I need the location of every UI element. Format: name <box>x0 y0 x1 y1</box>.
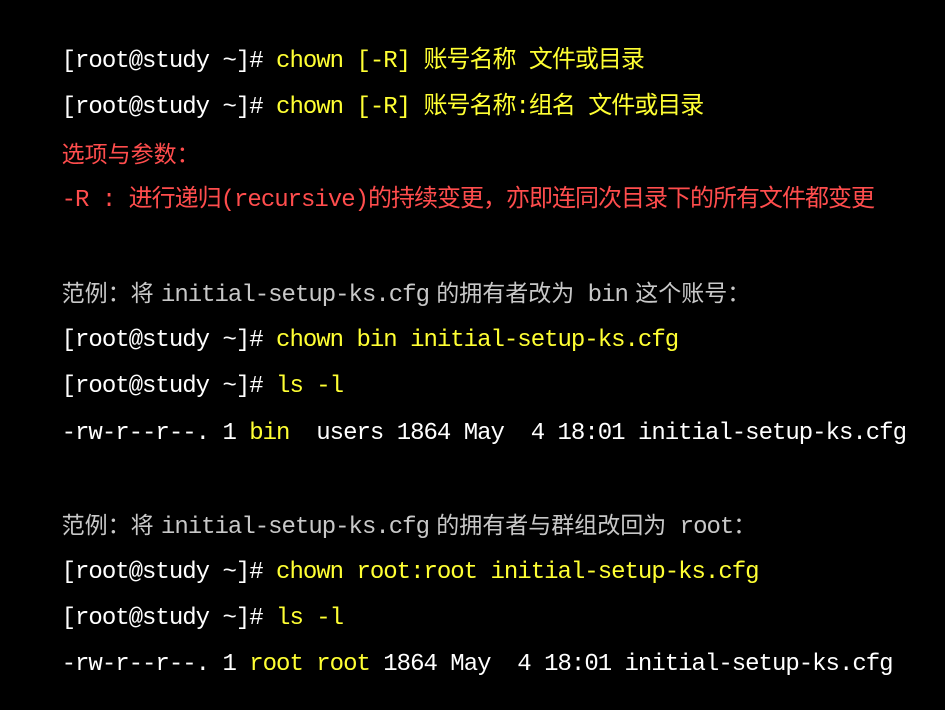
terminal-window[interactable]: [root@study ~]# chown [-R] 账号名称 文件或目录 [r… <box>0 0 945 678</box>
ls-group: root <box>316 651 371 678</box>
terminal-line-14: -rw-r--r--. 1 root root 1864 May 4 18:01… <box>8 620 894 678</box>
terminal-line-4: -R : 进行递归(recursive)的持续变更，亦即连同次目录下的所有文件都… <box>8 156 875 214</box>
terminal-line-12: [root@study ~]# chown root:root initial-… <box>8 528 760 586</box>
ls-gap <box>289 420 316 447</box>
ls-owner: root <box>249 651 304 678</box>
ls-owner: bin <box>249 420 290 447</box>
option-description: -R : 进行递归(recursive)的持续变更，亦即连同次目录下的所有文件都… <box>61 187 875 214</box>
ls-gap <box>303 651 316 678</box>
terminal-line-9: -rw-r--r--. 1 bin users 1864 May 4 18:01… <box>8 389 907 447</box>
terminal-line-13: [root@study ~]# ls -l <box>8 574 344 632</box>
terminal-line-11: 范例：将 initial-setup-ks.cfg 的拥有者与群组改回为 roo… <box>8 481 757 541</box>
terminal-line-1: [root@study ~]# chown [-R] 账号名称 文件或目录 <box>8 17 645 75</box>
terminal-line-8: [root@study ~]# ls -l <box>8 342 344 400</box>
ls-permissions: -rw-r--r--. 1 <box>61 651 250 678</box>
ls-group: users <box>316 420 384 447</box>
terminal-line-7: [root@study ~]# chown bin initial-setup-… <box>8 296 680 354</box>
ls-details: 1864 May 4 18:01 initial-setup-ks.cfg <box>383 420 907 447</box>
ls-details: 1864 May 4 18:01 initial-setup-ks.cfg <box>369 651 893 678</box>
ls-permissions: -rw-r--r--. 1 <box>61 420 250 447</box>
terminal-line-6: 范例：将 initial-setup-ks.cfg 的拥有者改为 bin 这个账… <box>8 249 751 309</box>
command-text: chown [-R] 账号名称:组名 文件或目录 <box>276 94 704 121</box>
terminal-line-2: [root@study ~]# chown [-R] 账号名称:组名 文件或目录 <box>8 63 705 121</box>
terminal-line-3: 选项与参数： <box>8 110 200 168</box>
command-text: chown root:root initial-setup-ks.cfg <box>276 559 759 586</box>
